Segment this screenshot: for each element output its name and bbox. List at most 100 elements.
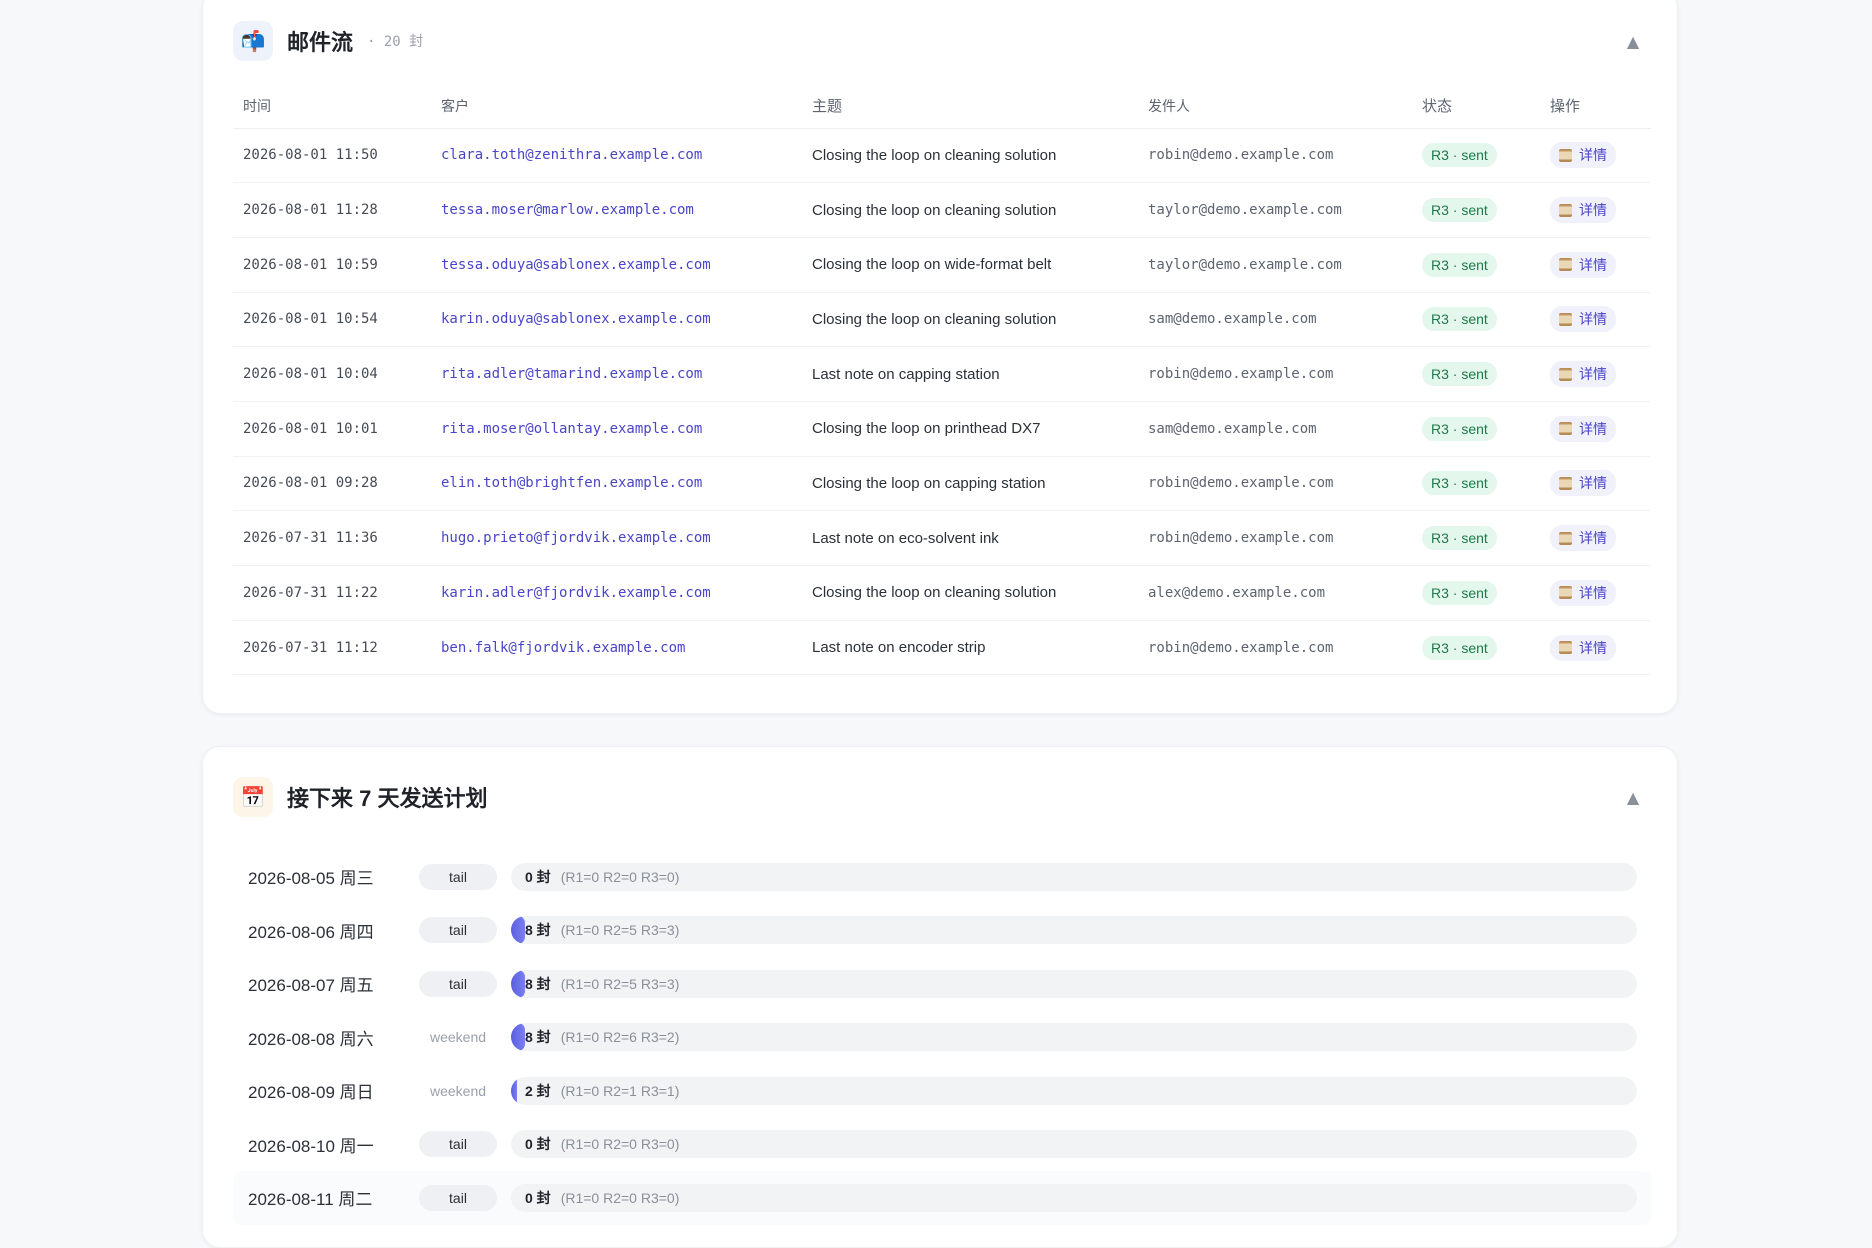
detail-button[interactable]: 详情 [1550,634,1616,661]
detail-button[interactable]: 详情 [1550,197,1616,224]
row-customer-link[interactable]: rita.moser@ollantay.example.com [431,401,802,457]
table-row[interactable]: 2026-08-01 10:59 tessa.oduya@sablonex.exa… [233,237,1651,293]
plan-label: 2 封 (R1=0 R2=1 R3=1) [525,1077,679,1105]
column-header-sender[interactable]: 发件人 [1138,84,1412,129]
row-actions-cell: 详情 [1540,182,1651,238]
row-subject: Closing the loop on cleaning solution [802,128,1138,184]
row-sender: robin@demo.example.com [1138,620,1412,676]
table-header-row: 时间 客户 主题 发件人 状态 操作 [233,84,1651,129]
row-subject: Last note on capping station [802,346,1138,402]
column-header-customer[interactable]: 客户 [431,84,802,129]
table-row[interactable]: 2026-07-31 11:22 karin.adler@fjordvik.exa… [233,565,1651,621]
detail-button[interactable]: 详情 [1550,251,1616,278]
detail-button-label: 详情 [1579,366,1607,383]
status-badge: R3 · sent [1422,143,1497,168]
row-actions-cell: 详情 [1540,128,1651,184]
row-sender: sam@demo.example.com [1138,292,1412,348]
scroll-icon [1559,531,1572,545]
plan-progress-fill [511,916,525,945]
detail-button-label: 详情 [1579,147,1607,164]
table-row[interactable]: 2026-08-01 11:50 clara.toth@zenithra.exam… [233,128,1651,184]
detail-button[interactable]: 详情 [1550,361,1616,388]
calendar-icon: 📅 [233,777,273,817]
row-sender: taylor@demo.example.com [1138,237,1412,293]
plan-row: 2026-08-05 周三 tail 0 封 (R1=0 R2=0 R3=0) [233,850,1651,904]
table-row[interactable]: 2026-08-01 10:04 rita.adler@tamarind.exam… [233,346,1651,402]
plan-breakdown: (R1=0 R2=5 R3=3) [560,922,680,939]
row-time: 2026-07-31 11:36 [233,510,431,566]
plan-tag-badge: tail [419,1131,497,1158]
plan-tag-badge: tail [419,970,497,997]
scroll-icon [1559,367,1572,381]
plan-progress-bar: 8 封 (R1=0 R2=5 R3=3) [511,969,1637,998]
row-subject: Last note on encoder strip [802,620,1138,676]
status-badge: R3 · sent [1422,416,1497,441]
plan-tag-badge: tail [419,863,497,890]
row-subject: Closing the loop on printhead DX7 [802,401,1138,457]
detail-button[interactable]: 详情 [1550,415,1616,442]
row-subject: Closing the loop on cleaning solution [802,292,1138,348]
plan-row: 2026-08-07 周五 tail 8 封 (R1=0 R2=5 R3=3) [233,957,1651,1011]
detail-button[interactable]: 详情 [1550,306,1616,333]
scroll-icon [1559,312,1572,326]
row-customer-link[interactable]: hugo.prieto@fjordvik.example.com [431,510,802,566]
plan-tag-badge: tail [419,917,497,944]
row-status-cell: R3 · sent [1412,182,1540,238]
table-row[interactable]: 2026-07-31 11:36 hugo.prieto@fjordvik.exa… [233,510,1651,566]
row-customer-link[interactable]: karin.adler@fjordvik.example.com [431,565,802,621]
detail-button[interactable]: 详情 [1550,579,1616,606]
plan-tag-badge: weekend [429,1082,487,1099]
row-subject: Closing the loop on wide-format belt [802,237,1138,293]
send-plan-collapse-button[interactable]: ▲ [1619,783,1647,811]
row-status-cell: R3 · sent [1412,456,1540,512]
plan-row: 2026-08-10 周一 tail 0 封 (R1=0 R2=0 R3=0) [233,1118,1651,1172]
row-customer-link[interactable]: karin.oduya@sablonex.example.com [431,292,802,348]
mail-flow-card: 📬 邮件流 · 20 封 ▲ 时间 客户 主题 发件人 状态 操作 2026-0… [202,0,1678,714]
row-actions-cell: 详情 [1540,456,1651,512]
scroll-icon [1559,476,1572,490]
plan-breakdown: (R1=0 R2=5 R3=3) [560,975,680,992]
mail-flow-collapse-button[interactable]: ▲ [1619,27,1647,55]
row-time: 2026-08-01 10:01 [233,401,431,457]
plan-label: 8 封 (R1=0 R2=5 R3=3) [525,970,679,998]
table-row[interactable]: 2026-08-01 09:28 elin.toth@brightfen.exam… [233,456,1651,512]
row-customer-link[interactable]: rita.adler@tamarind.example.com [431,346,802,402]
plan-progress-bar: 0 封 (R1=0 R2=0 R3=0) [511,1183,1637,1212]
plan-date: 2026-08-11 周二 [248,1190,373,1210]
detail-button[interactable]: 详情 [1550,470,1616,497]
row-actions-cell: 详情 [1540,565,1651,621]
row-customer-link[interactable]: elin.toth@brightfen.example.com [431,456,802,512]
row-sender: robin@demo.example.com [1138,456,1412,512]
row-customer-link[interactable]: clara.toth@zenithra.example.com [431,128,802,184]
row-sender: sam@demo.example.com [1138,401,1412,457]
mailbox-icon: 📬 [233,21,273,61]
detail-button[interactable]: 详情 [1550,142,1616,169]
row-customer-link[interactable]: ben.falk@fjordvik.example.com [431,620,802,676]
row-actions-cell: 详情 [1540,346,1651,402]
status-badge: R3 · sent [1422,198,1497,223]
row-subject: Closing the loop on capping station [802,456,1138,512]
plan-progress-bar: 8 封 (R1=0 R2=5 R3=3) [511,916,1637,945]
table-row[interactable]: 2026-07-31 11:12 ben.falk@fjordvik.exampl… [233,620,1651,676]
table-row[interactable]: 2026-08-01 11:28 tessa.moser@marlow.examp… [233,182,1651,238]
row-customer-link[interactable]: tessa.oduya@sablonex.example.com [431,237,802,293]
detail-button[interactable]: 详情 [1550,525,1616,552]
row-status-cell: R3 · sent [1412,401,1540,457]
row-sender: robin@demo.example.com [1138,346,1412,402]
column-header-time[interactable]: 时间 [233,84,431,129]
table-row[interactable]: 2026-08-01 10:54 karin.oduya@sablonex.exa… [233,292,1651,348]
mail-table: 时间 客户 主题 发件人 状态 操作 2026-08-01 11:50 clara… [233,84,1651,676]
plan-count: 8 封 [525,975,551,992]
plan-progress-bar: 0 封 (R1=0 R2=0 R3=0) [511,1130,1637,1159]
plan-date: 2026-08-05 周三 [248,869,374,889]
column-header-status[interactable]: 状态 [1412,84,1540,129]
row-status-cell: R3 · sent [1412,292,1540,348]
scroll-icon [1559,203,1572,217]
row-status-cell: R3 · sent [1412,620,1540,676]
row-customer-link[interactable]: tessa.moser@marlow.example.com [431,182,802,238]
column-header-subject[interactable]: 主题 [802,84,1138,129]
row-time: 2026-08-01 10:59 [233,237,431,293]
status-badge: R3 · sent [1422,362,1497,387]
table-row[interactable]: 2026-08-01 10:01 rita.moser@ollantay.exam… [233,401,1651,457]
status-badge: R3 · sent [1422,471,1497,496]
